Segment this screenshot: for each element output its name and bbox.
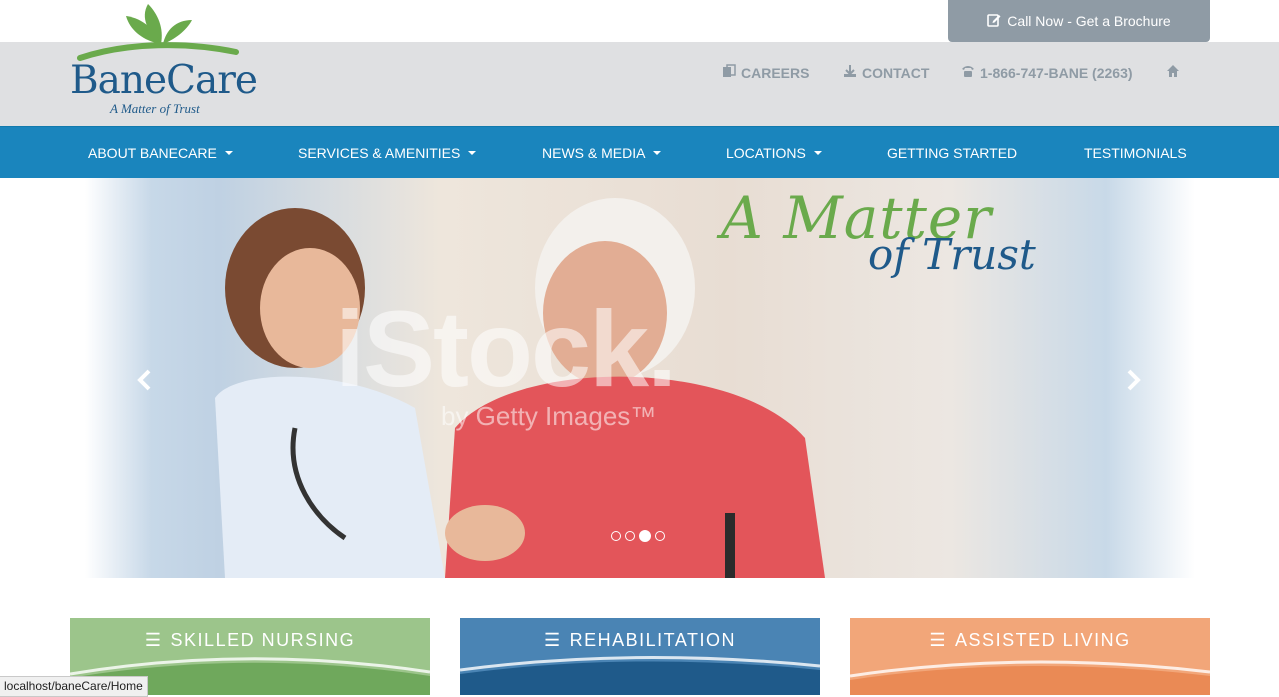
contact-label: CONTACT [862,64,930,81]
menu-icon: ☰ [544,630,562,650]
chevron-left-icon [137,369,151,391]
caret-down-icon [224,151,233,155]
nav-news-label: NEWS & MEDIA [542,145,646,161]
download-icon [843,64,857,81]
nav-locations[interactable]: LOCATIONS [726,127,822,179]
nav-services-label: SERVICES & AMENITIES [298,145,461,161]
phone-label: 1-866-747-BANE (2263) [980,64,1133,81]
careers-link[interactable]: CAREERS [722,64,809,81]
nav-testimonials-label: TESTIMONIALS [1084,145,1187,161]
service-card-assisted-living[interactable]: ☰ ASSISTED LIVING [850,618,1210,695]
nav-testimonials[interactable]: TESTIMONIALS [1084,127,1187,179]
caret-down-icon [653,151,662,155]
phone-link[interactable]: 1-866-747-BANE (2263) [961,64,1133,81]
carousel-next-button[interactable] [1121,368,1145,392]
copy-icon [722,64,736,81]
leaf-icon [77,4,239,61]
service-title-skilled-nursing: SKILLED NURSING [170,630,356,650]
nav-getting-started[interactable]: GETTING STARTED [887,127,1017,179]
brochure-button-label: Call Now - Get a Brochure [1007,13,1171,29]
caret-down-icon [468,151,477,155]
service-card-title: ☰ ASSISTED LIVING [850,630,1210,651]
status-bar-url: localhost/baneCare/Home [0,676,148,697]
service-card-title: ☰ SKILLED NURSING [70,630,430,651]
carousel-indicator[interactable] [655,531,665,541]
carousel-indicator-active[interactable] [639,530,651,542]
logo-tagline: A Matter of Trust [110,101,200,116]
carousel-indicator[interactable] [625,531,635,541]
edit-icon [987,13,1001,30]
watermark-subtext: by Getty Images™ [441,401,657,431]
chevron-right-icon [1127,369,1141,391]
nav-locations-label: LOCATIONS [726,145,806,161]
brochure-button[interactable]: Call Now - Get a Brochure [948,0,1210,42]
careers-label: CAREERS [741,64,810,81]
carousel-prev-button[interactable] [133,368,157,392]
logo[interactable]: BaneCare A Matter of Trust [68,2,258,120]
service-title-assisted-living: ASSISTED LIVING [955,630,1131,650]
service-card-rehabilitation[interactable]: ☰ REHABILITATION [460,618,820,695]
main-nav: ABOUT BANECARE SERVICES & AMENITIES NEWS… [0,126,1279,178]
caret-down-icon [813,151,822,155]
home-icon [1166,64,1180,81]
service-title-rehabilitation: REHABILITATION [569,630,736,650]
service-card-title: ☰ REHABILITATION [460,630,820,651]
carousel-indicators [611,530,665,542]
nav-about-label: ABOUT BANECARE [88,145,217,161]
logo-brand: BaneCare [70,58,258,103]
menu-icon: ☰ [144,630,163,650]
nav-about[interactable]: ABOUT BANECARE [88,127,233,179]
carousel-indicator[interactable] [611,531,621,541]
nav-services[interactable]: SERVICES & AMENITIES [298,127,477,179]
contact-link[interactable]: CONTACT [843,64,929,81]
watermark-text: iStock. [335,288,677,409]
slogan-line2: of Trust [868,230,1036,279]
phone-icon [961,64,975,81]
menu-icon: ☰ [929,630,948,650]
nav-getting-started-label: GETTING STARTED [887,145,1018,161]
hero-carousel: iStock. by Getty Images™ A Matter of Tru… [85,178,1195,578]
nav-news[interactable]: NEWS & MEDIA [542,127,662,179]
home-link[interactable] [1166,64,1180,81]
